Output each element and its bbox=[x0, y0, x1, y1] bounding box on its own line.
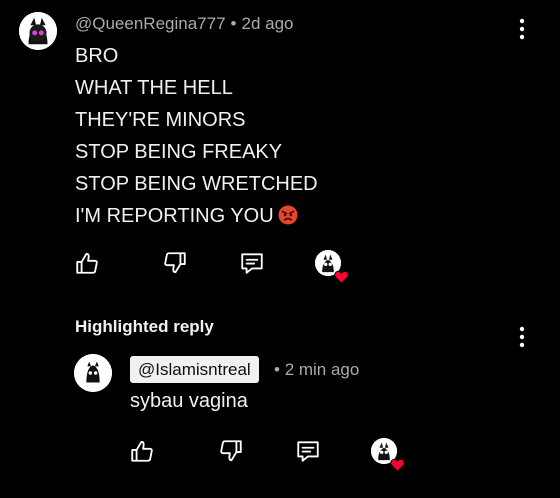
creator-heart-icon bbox=[390, 458, 405, 472]
creator-heart-badge[interactable] bbox=[315, 250, 349, 284]
comment-text: BRO WHAT THE HELL THEY'RE MINORS STOP BE… bbox=[75, 40, 318, 232]
reply-icon bbox=[297, 441, 319, 462]
reply-author-chip[interactable]: @Islamisntreal bbox=[130, 356, 259, 383]
meta-separator: • bbox=[274, 360, 280, 379]
comment-more-options-button[interactable] bbox=[510, 17, 534, 41]
reply-more-options-button[interactable] bbox=[510, 325, 534, 349]
kebab-icon bbox=[519, 18, 525, 40]
comment-line: THEY'RE MINORS bbox=[75, 109, 246, 131]
reply-button[interactable] bbox=[293, 436, 323, 466]
creator-heart-badge[interactable] bbox=[371, 438, 405, 472]
highlighted-reply-heading: Highlighted reply bbox=[75, 317, 214, 336]
reply-timestamp[interactable]: 2 min ago bbox=[285, 360, 360, 379]
reply-icon bbox=[241, 253, 263, 274]
dislike-icon bbox=[220, 440, 242, 462]
reply-text: sybau vagina bbox=[130, 390, 248, 412]
comment-line-text: I'M REPORTING YOU bbox=[75, 205, 274, 227]
kebab-icon bbox=[519, 326, 525, 348]
meta-separator: • bbox=[230, 14, 237, 33]
dislike-icon bbox=[164, 252, 186, 274]
reply-button[interactable] bbox=[237, 248, 267, 278]
reply-avatar[interactable] bbox=[74, 354, 112, 392]
comment-line: WHAT THE HELL bbox=[75, 77, 233, 99]
commenter-avatar[interactable] bbox=[19, 12, 57, 50]
like-button[interactable] bbox=[127, 436, 157, 466]
comment-timestamp[interactable]: 2d ago bbox=[242, 14, 294, 34]
creator-heart-icon bbox=[334, 270, 349, 284]
comment-line: I'M REPORTING YOU bbox=[75, 200, 318, 232]
comment-meta: @QueenRegina777 • 2d ago bbox=[75, 14, 294, 34]
comment-line: BRO bbox=[75, 45, 119, 67]
reply-meta: • 2 min ago bbox=[274, 360, 359, 380]
like-icon bbox=[76, 252, 98, 274]
comment-line: STOP BEING WRETCHED bbox=[75, 173, 318, 195]
like-button[interactable] bbox=[72, 248, 102, 278]
dislike-button[interactable] bbox=[160, 248, 190, 278]
dislike-button[interactable] bbox=[216, 436, 246, 466]
comment-line: STOP BEING FREAKY bbox=[75, 141, 283, 163]
angry-face-emoji-icon bbox=[278, 205, 298, 225]
comment-author[interactable]: @QueenRegina777 bbox=[75, 14, 226, 34]
like-icon bbox=[131, 440, 153, 462]
